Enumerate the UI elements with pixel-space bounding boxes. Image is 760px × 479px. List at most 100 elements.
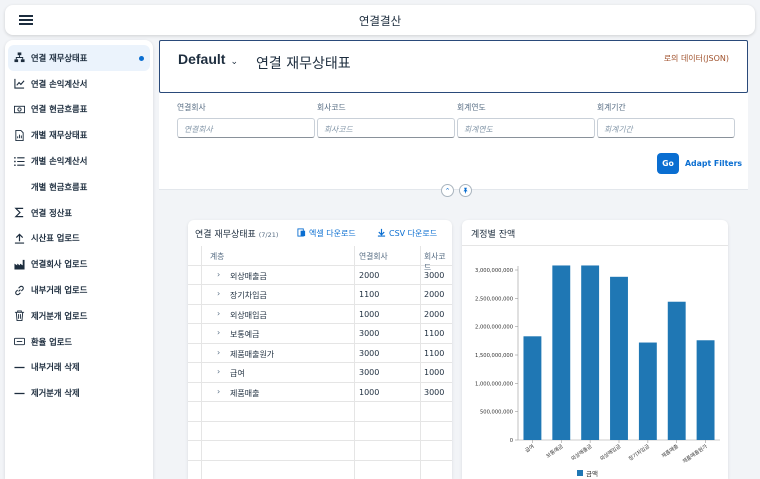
column-divider [420,421,421,440]
csv-download-label: CSV 다운로드 [389,229,438,238]
excel-download-button[interactable]: 엑셀 다운로드 [297,228,356,239]
filter-label: 연결회사 [177,103,206,112]
column-divider [354,460,355,479]
dash-icon [14,362,25,373]
table-row[interactable]: › 제품매출원가 3000 1100 [188,343,452,363]
sidebar-item-label: 연결 손익계산서 [31,78,88,89]
app-title: 연결결산 [358,14,402,28]
money-bills-icon [14,104,25,115]
go-button[interactable]: Go [657,153,679,174]
account-name: 급여 [230,369,245,378]
shell-bar: 연결결산 [5,5,755,35]
legend-label: 금액 [586,470,598,478]
collapse-header-button[interactable]: ⌃ [441,184,454,197]
chevron-right-icon[interactable]: › [217,387,220,396]
chevron-up-icon: ⌃ [444,186,451,195]
chevron-right-icon[interactable]: › [217,348,220,357]
column-divider [354,382,355,401]
delete-icon [14,310,25,322]
company-group-input[interactable]: 연결회사 [177,118,315,138]
code-cell: 2000 [424,290,445,299]
table-row[interactable]: › 급여 3000 1000 [188,363,452,383]
sidebar-item-12[interactable]: 환율 업로드 [5,329,153,355]
row-count: (7/21) [258,231,279,239]
sidebar-item-label: 내부거래 업로드 [31,285,88,296]
pin-header-button[interactable] [459,184,472,197]
filter-label: 회사코드 [317,103,346,112]
column-divider [354,304,355,323]
chart-table-icon [14,78,25,89]
filter-company-group: 연결회사 연결회사 [177,102,315,138]
table-row[interactable]: › 보통예금 3000 1100 [188,324,452,344]
sidebar-item-9[interactable]: 연결회사 업로드 [5,251,153,277]
table-row[interactable]: › 제품매출 1000 3000 [188,382,452,402]
sidebar-item-10[interactable]: 내부거래 업로드 [5,277,153,303]
sidebar-item-3[interactable]: 연결 현금흐름표 [5,97,153,123]
column-divider [354,343,355,362]
column-header-hierarchy[interactable]: 계층 [210,251,224,262]
bar-5 [638,342,657,440]
row-selector[interactable] [188,265,202,284]
row-selector[interactable] [188,363,202,382]
table-row[interactable]: › 외상매출금 2000 3000 [188,265,452,285]
json-data-link[interactable]: 로의 데이터(JSON) [664,53,729,64]
account-name: 보통예금 [230,330,260,339]
chevron-down-icon: ⌄ [230,56,238,66]
account-name: 제품매출원가 [230,349,275,359]
y-tick-label: 2,500,000,000 [475,296,513,302]
variant-selector[interactable]: Default ⌄ [178,51,238,67]
x-tick-label: 급여 [523,442,536,454]
column-divider [420,265,421,284]
csv-download-button[interactable]: CSV 다운로드 [377,228,437,239]
row-selector[interactable] [188,382,202,401]
legend-swatch [577,470,583,476]
company-cell: 3000 [359,348,380,358]
sidebar-item-label: 내부거래 삭제 [31,362,80,373]
row-selector[interactable] [188,324,202,343]
table-row[interactable]: › 장기차입금 1100 2000 [188,285,452,305]
sidebar-item-5[interactable]: 개별 손익계산서 [5,148,153,174]
hierarchy-icon [14,52,25,63]
column-divider [354,421,355,440]
sidebar-item-7[interactable]: 연결 정산표 [5,200,153,226]
chevron-right-icon[interactable]: › [217,309,220,318]
column-divider [420,285,421,304]
column-header-company[interactable]: 연결회사 [359,251,388,262]
company-cell: 1100 [359,290,380,299]
chevron-right-icon[interactable]: › [217,328,220,337]
column-divider [420,441,421,460]
table-header-row: 계층 연결회사 회사코드 [188,246,452,272]
row-selector[interactable] [188,343,202,362]
chevron-right-icon[interactable]: › [217,367,220,376]
row-selector[interactable] [188,304,202,323]
sidebar-item-13[interactable]: 내부거래 삭제 [5,355,153,381]
company-cell: 3000 [359,368,380,377]
table-row[interactable]: › 외상매입금 1000 2000 [188,304,452,324]
adapt-filters-button[interactable]: Adapt Filters [685,159,742,168]
fiscal-year-input[interactable]: 회계연도 [457,118,595,138]
active-indicator [139,56,144,61]
sidebar-item-11[interactable]: 제거분개 업로드 [5,303,153,329]
sidebar-item-1[interactable]: 연결 재무상태표 [8,45,150,71]
sidebar-item-label: 제거분개 삭제 [31,388,80,399]
sidebar-item-8[interactable]: 시산표 업로드 [5,226,153,252]
column-divider [354,363,355,382]
sidebar-item-4[interactable]: 개별 재무상태표 [5,122,153,148]
sidebar-item-14[interactable]: 제거분개 삭제 [5,380,153,406]
chevron-right-icon[interactable]: › [217,270,220,279]
fiscal-period-input[interactable]: 회계기간 [597,118,735,138]
account-name: 장기차입금 [230,291,267,300]
table-title-text: 연결 재무상태표 [195,230,256,240]
code-cell: 1100 [424,348,445,358]
sidebar-item-label: 연결 현금흐름표 [31,104,88,115]
chevron-right-icon[interactable]: › [217,289,220,298]
side-navigation: 연결 재무상태표연결 손익계산서연결 현금흐름표개별 재무상태표 개별 손익계산서… [5,40,153,479]
sum-icon [14,207,25,218]
column-divider [420,382,421,401]
company-code-input[interactable]: 회사코드 [317,118,455,138]
y-tick-label: 2,000,000,000 [475,325,513,331]
sidebar-item-2[interactable]: 연결 손익계산서 [5,71,153,97]
row-selector[interactable] [188,285,202,304]
y-tick-label: 500,000,000 [480,410,513,416]
sidebar-item-6[interactable]: 개별 현금흐름표 [5,174,153,200]
